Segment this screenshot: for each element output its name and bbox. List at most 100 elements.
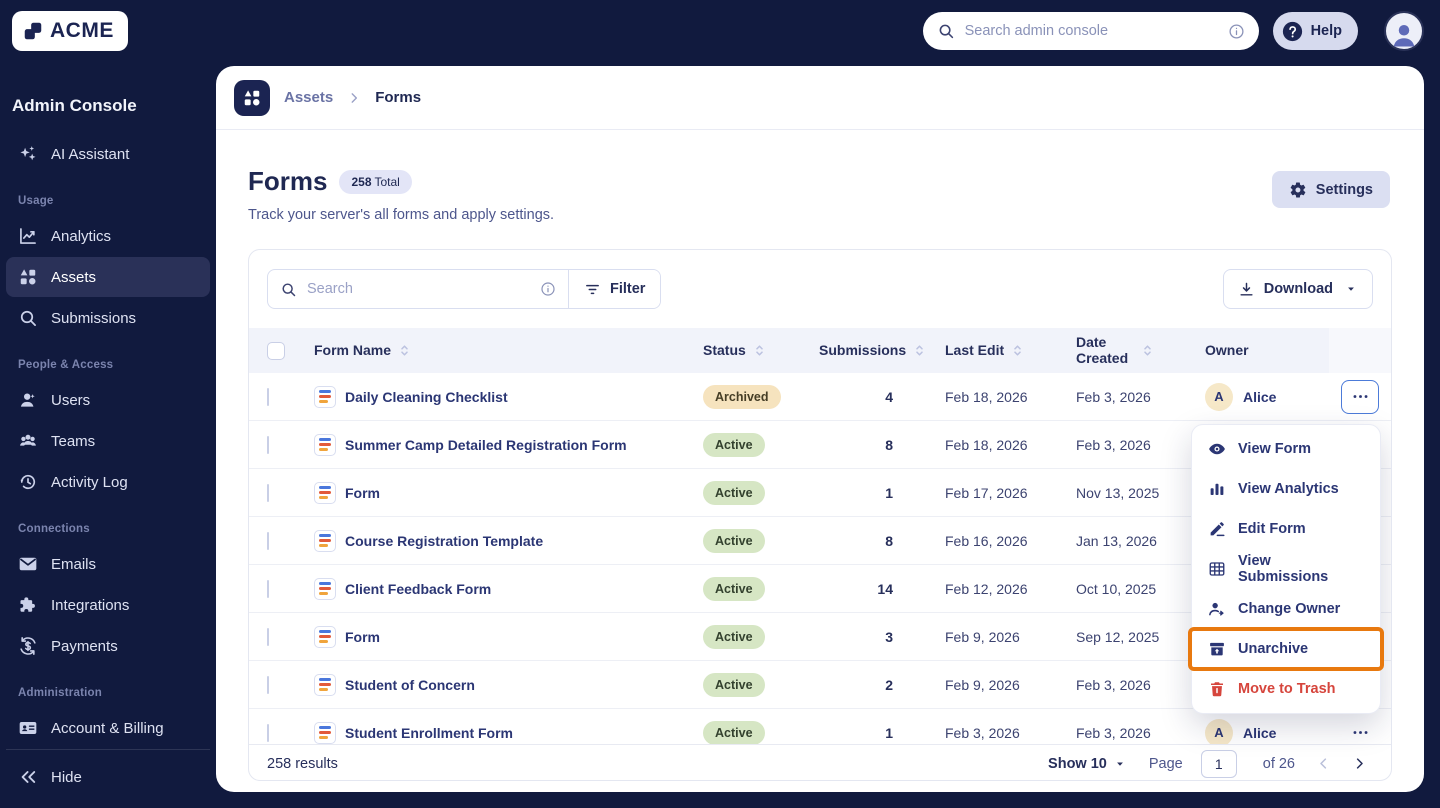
sidebar-item-activity-log[interactable]: Activity Log (6, 462, 210, 502)
filter-button[interactable]: Filter (568, 270, 661, 308)
column-header-form-name[interactable]: Form Name (303, 342, 691, 358)
forms-table-card: Filter Download Form Name Status Submiss… (248, 249, 1392, 781)
sidebar-item-account-billing[interactable]: Account & Billing (6, 708, 210, 748)
menu-item-view-analytics[interactable]: View Analytics (1192, 469, 1380, 509)
next-page-button[interactable] (1345, 750, 1373, 778)
previous-page-button[interactable] (1309, 750, 1337, 778)
section-label: Usage (18, 195, 54, 207)
help-button[interactable]: Help (1272, 12, 1358, 50)
submissions-count: 3 (885, 628, 893, 645)
sidebar-item-users[interactable]: Users (6, 380, 210, 420)
assets-app-icon[interactable] (234, 79, 270, 116)
settings-button[interactable]: Settings (1271, 171, 1390, 208)
sidebar-item-payments[interactable]: Payments (6, 626, 210, 666)
search-icon (18, 308, 38, 328)
form-name-link[interactable]: Form (345, 629, 380, 645)
row-checkbox[interactable] (267, 723, 269, 742)
info-icon[interactable] (540, 281, 556, 297)
sidebar-item-emails[interactable]: Emails (6, 544, 210, 584)
avatar[interactable] (1384, 11, 1424, 51)
download-label: Download (1263, 281, 1333, 297)
row-more-button[interactable] (1341, 716, 1379, 745)
menu-item-label: Change Owner (1238, 601, 1341, 617)
status-badge: Active (703, 432, 765, 457)
pencil-icon (1208, 520, 1226, 538)
assets-icon (18, 267, 38, 287)
mail-icon (18, 554, 38, 574)
row-actions-menu: View Form View Analytics Edit Form View Sub… (1188, 424, 1384, 714)
table-search[interactable] (268, 270, 568, 308)
menu-item-view-submissions[interactable]: View Submissions (1192, 549, 1380, 589)
row-checkbox[interactable] (267, 627, 269, 646)
sidebar-item-ai-assistant[interactable]: AI Assistant (6, 134, 210, 174)
table-toolbar: Filter Download (249, 250, 1391, 328)
submissions-count: 14 (877, 580, 893, 597)
total-count: 258 (351, 174, 372, 189)
column-header-status[interactable]: Status (691, 342, 805, 358)
menu-item-view-form[interactable]: View Form (1192, 429, 1380, 469)
menu-item-label: Edit Form (1238, 521, 1306, 537)
info-icon[interactable] (1228, 23, 1245, 40)
column-header-date-created[interactable]: Date Created (1031, 334, 1165, 366)
row-checkbox[interactable] (267, 387, 269, 406)
sort-icon[interactable] (1140, 343, 1155, 358)
global-search[interactable] (922, 12, 1259, 50)
form-name-link[interactable]: Summer Camp Detailed Registration Form (345, 437, 627, 453)
sidebar-hide-button[interactable]: Hide (6, 757, 210, 797)
sidebar-item-analytics[interactable]: Analytics (6, 216, 210, 256)
sidebar-item-label: Teams (51, 432, 96, 450)
sort-icon[interactable] (752, 343, 767, 358)
column-header-actions (1329, 328, 1391, 373)
logo-icon (22, 20, 44, 42)
form-name-link[interactable]: Daily Cleaning Checklist (345, 389, 508, 405)
row-checkbox[interactable] (267, 675, 269, 694)
date-created: Feb 3, 2026 (1076, 724, 1151, 741)
sidebar-item-teams[interactable]: Teams (6, 421, 210, 461)
global-search-input[interactable] (964, 23, 1218, 39)
owner-avatar: A (1205, 382, 1233, 411)
sidebar-item-assets[interactable]: Assets (6, 257, 210, 297)
sidebar-item-integrations[interactable]: Integrations (6, 585, 210, 625)
acme-logo[interactable]: ACME (12, 11, 128, 51)
last-edit-date: Feb 17, 2026 (945, 484, 1028, 501)
status-badge: Active (703, 576, 765, 601)
page-description: Track your server's all forms and apply … (248, 207, 555, 223)
form-name-link[interactable]: Course Registration Template (345, 533, 543, 549)
column-header-last-edit[interactable]: Last Edit (901, 342, 1031, 358)
owner-cell: A Alice (1165, 382, 1329, 411)
download-button[interactable]: Download (1222, 269, 1373, 309)
form-name-link[interactable]: Client Feedback Form (345, 581, 491, 597)
page-number-input[interactable] (1200, 749, 1237, 778)
menu-item-unarchive[interactable]: Unarchive (1192, 629, 1380, 669)
row-more-button[interactable] (1341, 379, 1379, 414)
results-count: 258 results (267, 755, 338, 772)
row-checkbox[interactable] (267, 435, 269, 454)
sidebar-item-submissions[interactable]: Submissions (6, 298, 210, 338)
breadcrumb-assets[interactable]: Assets (284, 89, 333, 106)
last-edit-date: Feb 9, 2026 (945, 628, 1020, 645)
column-header-submissions[interactable]: Submissions (805, 342, 923, 358)
select-all-checkbox[interactable] (267, 341, 285, 360)
form-name-link[interactable]: Form (345, 485, 380, 501)
caret-down-icon (1113, 757, 1127, 771)
page-size-label: Show 10 (1048, 755, 1107, 772)
form-name-link[interactable]: Student Enrollment Form (345, 725, 513, 741)
table-search-input[interactable] (307, 281, 530, 297)
row-checkbox[interactable] (267, 531, 269, 550)
breadcrumb: Assets Forms (216, 66, 1424, 130)
last-edit-date: Feb 12, 2026 (945, 580, 1028, 597)
menu-item-label: View Submissions (1238, 553, 1329, 585)
sidebar-item-label: AI Assistant (51, 145, 130, 163)
sort-icon[interactable] (1010, 343, 1025, 358)
menu-item-edit-form[interactable]: Edit Form (1192, 509, 1380, 549)
form-doc-icon (314, 577, 336, 600)
menu-item-move-to-trash[interactable]: Move to Trash (1192, 669, 1380, 709)
sort-icon[interactable] (397, 343, 412, 358)
eye-icon (1208, 440, 1226, 458)
table-icon (1208, 560, 1226, 578)
row-checkbox[interactable] (267, 483, 269, 502)
form-name-link[interactable]: Student of Concern (345, 677, 475, 693)
row-checkbox[interactable] (267, 579, 269, 598)
page-size-select[interactable]: Show 10 (1048, 756, 1127, 772)
menu-item-change-owner[interactable]: Change Owner (1192, 589, 1380, 629)
